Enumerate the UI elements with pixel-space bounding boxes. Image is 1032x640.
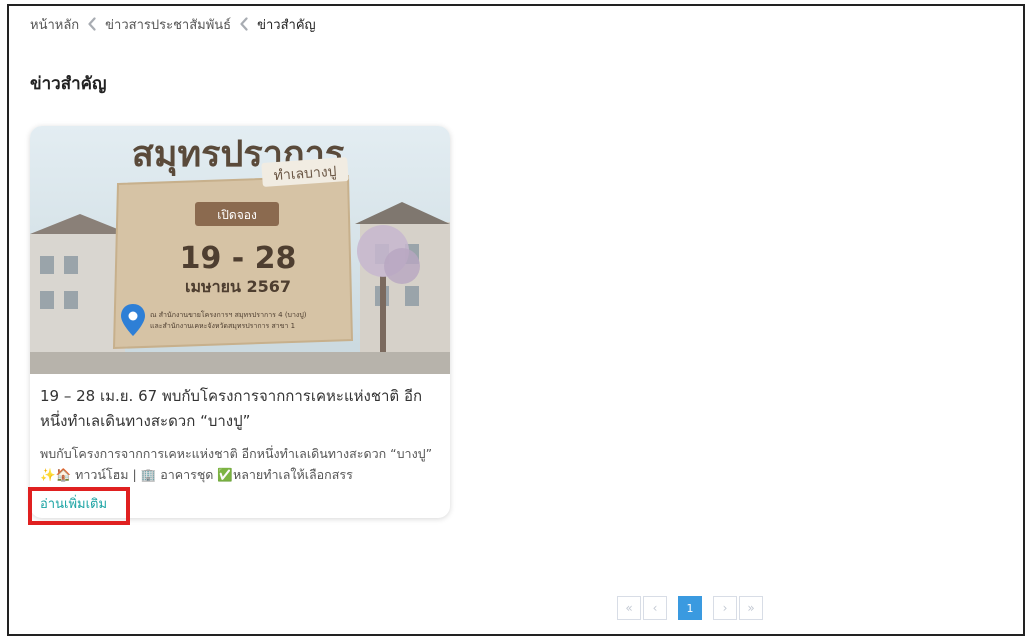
breadcrumb-home-link[interactable]: หน้าหลัก xyxy=(30,14,79,35)
chevron-left-icon xyxy=(79,17,105,31)
pagination: « ‹ 1 › » xyxy=(617,595,765,621)
breadcrumb-current: ข่าวสำคัญ xyxy=(257,17,316,33)
news-card-excerpt: พบกับโครงการจากการเคหะแห่งชาติ อีกหนึ่งท… xyxy=(40,446,433,482)
breadcrumb-news-link[interactable]: ข่าวสารประชาสัมพันธ์ xyxy=(105,14,231,35)
news-card-image[interactable]: สมุทรปราการ ทำเลบางปู เปิดจอง 19 - 28 เม… xyxy=(30,126,450,374)
prev-page-button[interactable]: ‹ xyxy=(643,596,667,620)
image-badge: เปิดจอง xyxy=(217,208,257,222)
next-page-button[interactable]: › xyxy=(713,596,737,620)
news-card[interactable]: สมุทรปราการ ทำเลบางปู เปิดจอง 19 - 28 เม… xyxy=(30,126,450,518)
last-page-button[interactable]: » xyxy=(739,596,763,620)
news-card-title[interactable]: 19 – 28 เม.ย. 67 พบกับโครงการจากการเคหะแ… xyxy=(40,384,442,436)
image-location-line1: ณ สำนักงานขายโครงการฯ สมุทรปราการ 4 (บาง… xyxy=(150,310,307,319)
page-title: ข่าวสำคัญ xyxy=(30,74,107,94)
highlight-annotation xyxy=(28,487,130,525)
page-1-button[interactable]: 1 xyxy=(678,596,702,620)
image-location-line2: และสำนักงานเคหะจังหวัดสมุทรปราการ สาขา 1 xyxy=(150,322,295,330)
chevron-left-icon xyxy=(231,17,257,31)
breadcrumb: หน้าหลัก ข่าวสารประชาสัมพันธ์ ข่าวสำคัญ xyxy=(30,14,316,34)
image-dates: 19 - 28 xyxy=(180,241,297,276)
first-page-button[interactable]: « xyxy=(617,596,641,620)
image-month: เมษายน 2567 xyxy=(185,277,291,296)
